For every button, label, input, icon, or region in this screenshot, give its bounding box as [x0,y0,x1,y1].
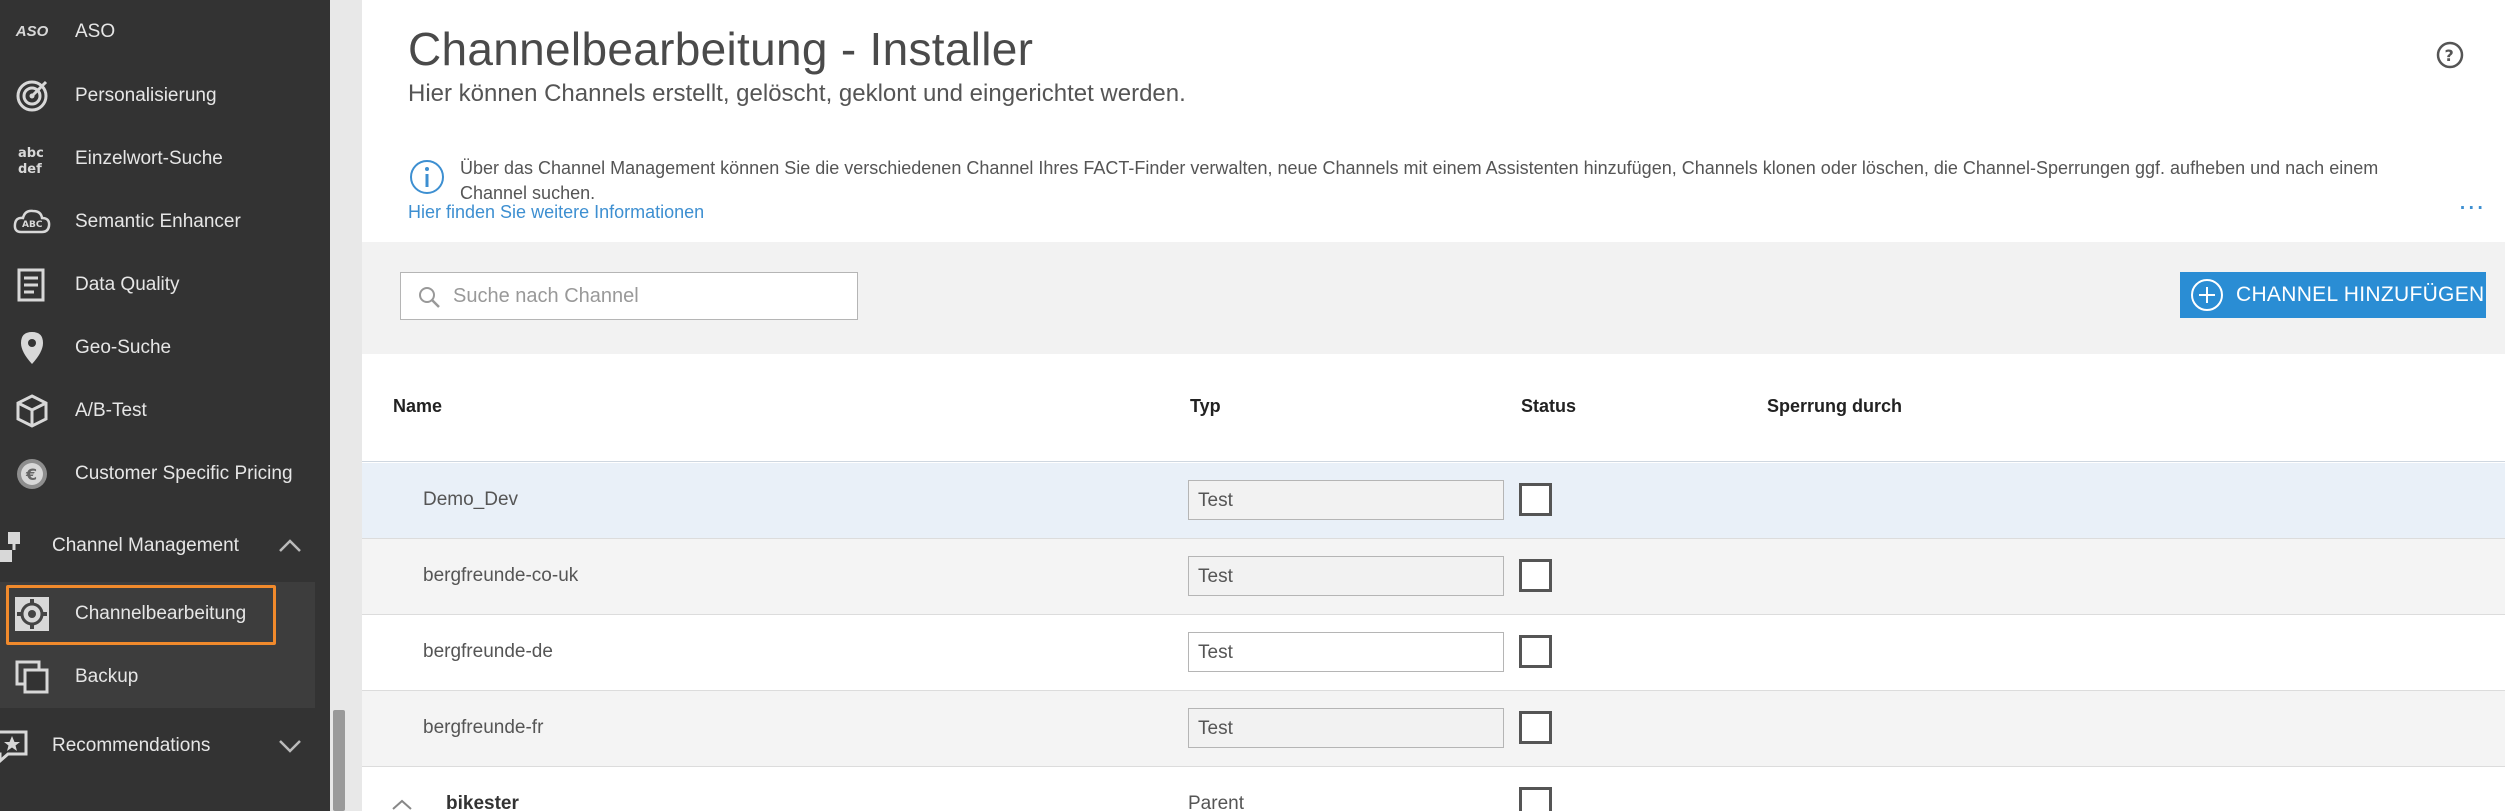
table-row[interactable]: bergfreunde-fr Test [362,691,2505,767]
table-row[interactable]: bergfreunde-de Test [362,615,2505,691]
scrollbar-thumb[interactable] [333,710,345,811]
svg-text:€: € [25,465,37,484]
sidebar-group-label: Channel Management [52,535,239,556]
status-checkbox[interactable] [1519,635,1552,668]
abc-def-icon: abc def [12,139,52,179]
column-header-status[interactable]: Status [1521,396,1576,417]
channel-name: bergfreunde-co-uk [423,565,579,586]
search-icon [419,287,440,308]
typ-field[interactable]: Test [1188,632,1504,672]
status-checkbox[interactable] [1519,787,1552,811]
sidebar-item-data-quality[interactable]: Data Quality [0,253,315,316]
sidebar-item-einzelwort-suche[interactable]: abc def Einzelwort-Suche [0,127,315,190]
page-subtitle: Hier können Channels erstellt, gelöscht,… [408,80,1186,107]
typ-field[interactable]: Test [1188,556,1504,596]
sidebar-group-channel-management[interactable]: Channel Management [0,510,315,582]
star-chat-icon [0,726,32,766]
status-checkbox[interactable] [1519,483,1552,516]
status-checkbox[interactable] [1519,559,1552,592]
svg-text:ABC: ABC [22,220,43,230]
table-row[interactable]: Demo_Dev Test [362,463,2505,539]
sidebar-item-label: Personalisierung [75,84,217,106]
more-info-link[interactable]: Hier finden Sie weitere Informationen [408,202,704,223]
euro-coin-icon: € [12,454,52,494]
sidebar-item-label: Geo-Suche [75,336,172,358]
sidebar-item-label: Backup [75,665,139,687]
sidebar-item-label: A/B-Test [75,399,147,421]
add-channel-button[interactable]: CHANNEL HINZUFÜGEN [2180,272,2486,318]
search-input[interactable] [453,273,853,319]
abc-cloud-icon: ABC [12,202,52,242]
sidebar-item-label: Data Quality [75,273,180,295]
typ-field[interactable]: Test [1188,708,1504,748]
target-icon [12,76,52,116]
sidebar-item-label: ASO [75,20,116,42]
search-field[interactable] [400,272,858,320]
location-pin-icon [12,328,52,368]
main-content: Channelbearbeitung - Installer Hier könn… [362,0,2505,811]
column-header-sperrung[interactable]: Sperrung durch [1767,396,1902,417]
plus-circle-icon [2191,279,2223,311]
sidebar-item-ab-test[interactable]: A/B-Test [0,379,315,442]
add-channel-label: CHANNEL HINZUFÜGEN [2236,283,2485,306]
sidebar-item-aso[interactable]: ASO ASO [0,0,315,63]
toolbar: CHANNEL HINZUFÜGEN [362,242,2505,354]
sidebar-item-label: Customer Specific Pricing [75,462,293,484]
channel-name: Demo_Dev [423,489,519,510]
typ-field[interactable]: Test [1188,480,1504,520]
info-icon [410,160,444,194]
column-header-typ[interactable]: Typ [1190,396,1221,417]
page-title: Channelbearbeitung - Installer [408,23,1034,75]
sidebar-group-recommendations[interactable]: Recommendations [0,710,315,782]
column-header-name[interactable]: Name [393,396,442,417]
document-check-icon [12,265,52,305]
channel-name: bergfreunde-fr [423,717,544,738]
help-icon[interactable]: ? [2435,40,2465,70]
typ-value: Parent [1188,793,1244,811]
sidebar-item-customer-specific-pricing[interactable]: € Customer Specific Pricing [0,442,315,505]
chevron-up-icon[interactable] [390,793,414,811]
channel-name: bergfreunde-de [423,641,553,662]
sidebar-group-label: Recommendations [52,735,211,756]
sidebar-item-personalisierung[interactable]: Personalisierung [0,64,315,127]
active-item-highlight [6,585,276,645]
table-row[interactable]: bergfreunde-co-uk Test [362,539,2505,615]
chevron-up-icon[interactable] [277,533,303,559]
sidebar: ASO ASO Personalisierung abc def Einzelwo… [0,0,330,811]
table-row-parent[interactable]: bikester Parent [362,767,2505,811]
aso-text-icon: ASO [15,23,49,40]
info-text: Über das Channel Management können Sie d… [460,158,2379,203]
chevron-down-icon[interactable] [277,733,303,759]
channel-name: bikester [446,793,519,811]
table-header: Name Typ Status Sperrung durch [362,354,2505,462]
svg-text:abc: abc [18,146,44,161]
more-options-icon[interactable]: ... [2459,184,2485,216]
sidebar-item-semantic-enhancer[interactable]: ABC Semantic Enhancer [0,190,315,253]
status-checkbox[interactable] [1519,711,1552,744]
copy-icon [12,657,52,697]
sidebar-item-label: Einzelwort-Suche [75,147,223,169]
sidebar-item-backup[interactable]: Backup [0,645,315,708]
cube-icon [12,391,52,431]
svg-text:?: ? [2445,46,2454,65]
info-box: Über das Channel Management können Sie d… [408,150,2468,230]
hierarchy-icon [0,526,32,566]
sidebar-scrollbar[interactable] [330,0,362,811]
sidebar-item-label: Semantic Enhancer [75,210,241,232]
svg-text:def: def [18,162,42,177]
sidebar-item-geo-suche[interactable]: Geo-Suche [0,316,315,379]
